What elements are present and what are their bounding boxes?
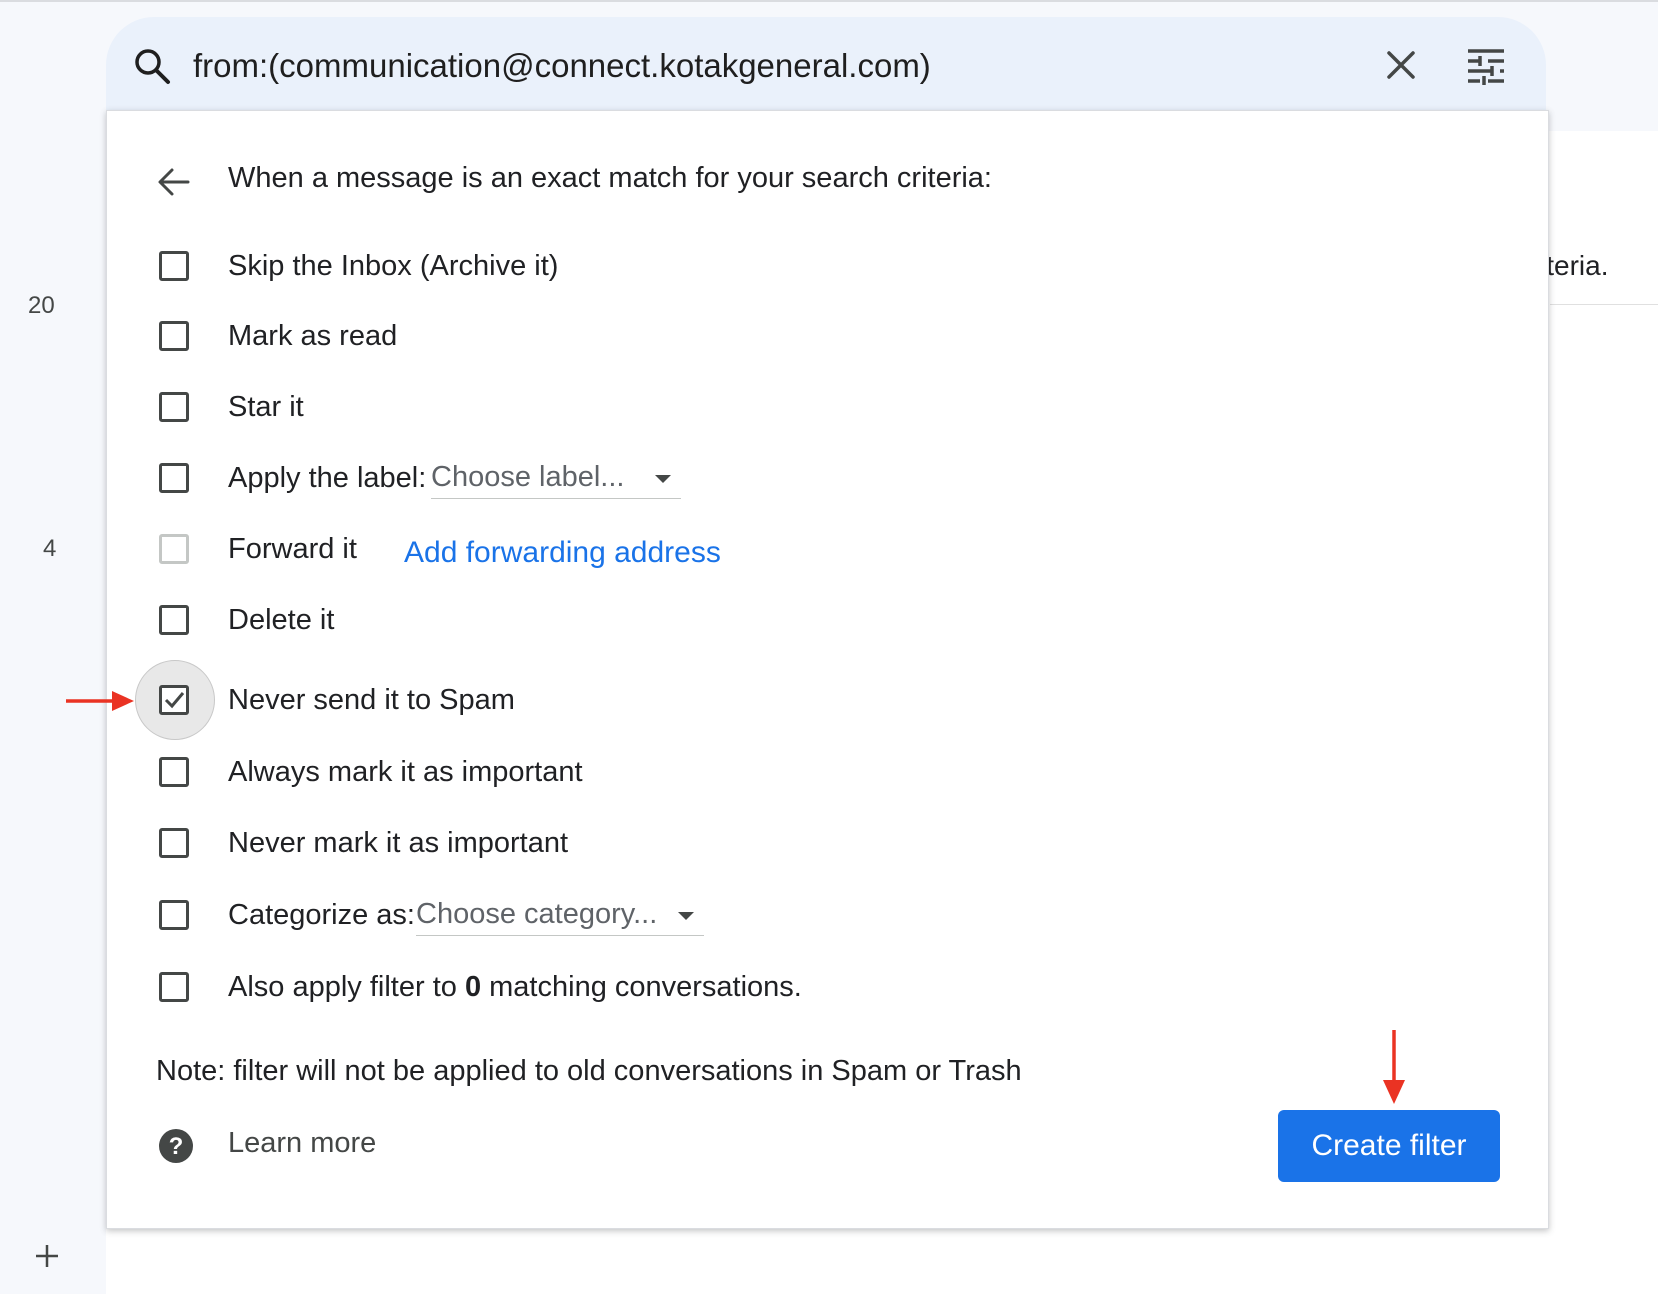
label-select[interactable]: Choose label...	[431, 457, 681, 499]
option-mark-as-read[interactable]: Mark as read	[159, 316, 397, 356]
top-divider	[0, 0, 1658, 2]
back-arrow-icon[interactable]	[156, 164, 192, 200]
option-label: Categorize as:	[228, 899, 415, 931]
checkmark-icon	[164, 692, 185, 709]
annotation-arrow-down-icon	[1383, 1030, 1405, 1104]
matching-count: 0	[464, 971, 482, 1003]
background-text: iteria.	[1540, 250, 1609, 281]
option-delete-it[interactable]: Delete it	[159, 600, 334, 640]
plus-icon[interactable]	[34, 1243, 60, 1269]
option-always-important[interactable]: Always mark it as important	[159, 752, 583, 792]
option-forward-it[interactable]: Forward it	[159, 529, 357, 569]
category-select[interactable]: Choose category...	[416, 894, 704, 936]
checkbox[interactable]	[159, 463, 189, 493]
checkbox[interactable]	[159, 828, 189, 858]
option-label: Skip the Inbox (Archive it)	[228, 250, 559, 282]
close-icon[interactable]	[1383, 47, 1419, 83]
dropdown-caret-icon	[678, 912, 694, 920]
option-label: Star it	[228, 391, 304, 423]
option-label: Apply the label:	[228, 462, 427, 494]
label-prefix: Also apply filter to	[228, 971, 465, 1003]
option-label: Delete it	[228, 604, 335, 636]
option-skip-inbox[interactable]: Skip the Inbox (Archive it)	[159, 246, 558, 286]
checkbox[interactable]	[159, 900, 189, 930]
option-categorize[interactable]: Categorize as:	[159, 895, 415, 935]
option-label: Never mark it as important	[228, 827, 569, 859]
search-options-icon[interactable]	[1466, 45, 1506, 85]
option-apply-to-existing[interactable]: Also apply filter to 0 matching conversa…	[159, 967, 802, 1007]
left-rail	[0, 0, 106, 1294]
option-label: Never send it to Spam	[228, 684, 515, 716]
option-never-important[interactable]: Never mark it as important	[159, 823, 568, 863]
panel-heading: When a message is an exact match for you…	[228, 162, 992, 194]
checkbox[interactable]	[159, 972, 189, 1002]
create-filter-button[interactable]: Create filter	[1278, 1110, 1500, 1182]
rail-count: 20	[28, 292, 55, 319]
checkbox[interactable]	[159, 392, 189, 422]
label-suffix: matching conversations.	[481, 971, 802, 1003]
checkbox[interactable]	[159, 321, 189, 351]
label-select-value: Choose label...	[431, 461, 625, 493]
category-select-value: Choose category...	[416, 898, 658, 930]
search-input[interactable]	[193, 43, 1343, 89]
svg-text:?: ?	[169, 1133, 184, 1160]
divider	[1550, 304, 1658, 305]
filter-note: Note: filter will not be applied to old …	[156, 1055, 1022, 1087]
checkbox[interactable]	[159, 757, 189, 787]
option-star-it[interactable]: Star it	[159, 387, 304, 427]
option-never-spam[interactable]: Never send it to Spam	[159, 680, 515, 720]
option-label: Mark as read	[228, 320, 398, 352]
option-label: Forward it	[228, 533, 357, 565]
add-forwarding-address-link[interactable]: Add forwarding address	[404, 536, 721, 570]
help-icon[interactable]: ?	[158, 1128, 194, 1164]
checkbox	[159, 534, 189, 564]
annotation-arrow-right-icon	[66, 691, 134, 711]
rail-count: 4	[43, 535, 57, 562]
checkbox[interactable]	[159, 605, 189, 635]
search-icon[interactable]	[132, 46, 172, 86]
checkbox-checked[interactable]	[159, 685, 189, 715]
option-label: Always mark it as important	[228, 756, 583, 788]
option-label: Also apply filter to 0 matching conversa…	[228, 967, 802, 1007]
checkbox[interactable]	[159, 251, 189, 281]
learn-more-link[interactable]: Learn more	[228, 1127, 376, 1160]
option-apply-label[interactable]: Apply the label:	[159, 458, 426, 498]
dropdown-caret-icon	[655, 475, 671, 483]
